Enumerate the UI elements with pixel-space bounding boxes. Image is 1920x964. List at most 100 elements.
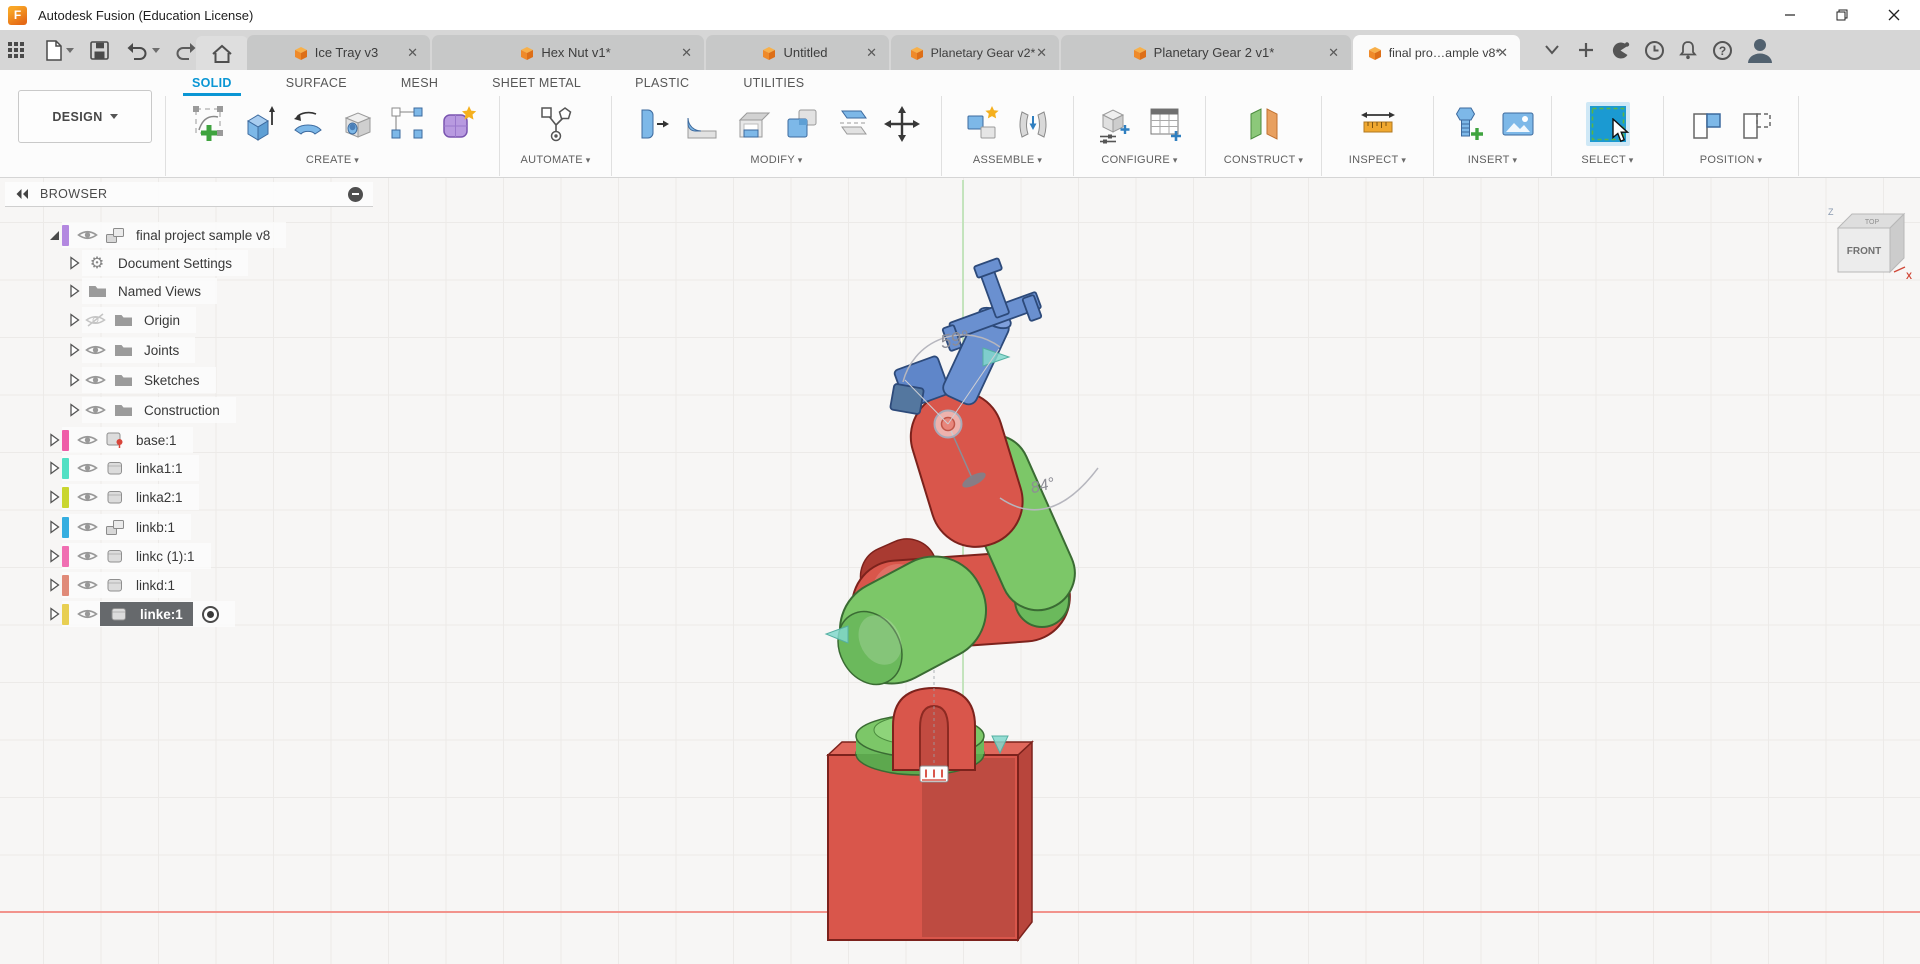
browser-row-label[interactable]: Construction <box>144 403 220 418</box>
visibility-eye-icon[interactable] <box>82 403 108 417</box>
workspace-switcher-design[interactable]: DESIGN <box>18 90 152 143</box>
construction-plane-button[interactable] <box>1242 102 1286 146</box>
tab-utilities[interactable]: UTILITIES <box>716 70 831 96</box>
automated-modeling-button[interactable] <box>534 102 578 146</box>
new-tab-button[interactable] <box>1574 38 1598 62</box>
doc-tab-final-project-active[interactable]: final pro…ample v8* ✕ <box>1353 35 1520 70</box>
group-label-construct[interactable]: CONSTRUCT <box>1224 154 1303 166</box>
minimize-browser-button[interactable] <box>348 187 363 202</box>
tab-mesh[interactable]: MESH <box>374 70 465 96</box>
rectangular-pattern-button[interactable] <box>386 102 430 146</box>
undo-menu-caret[interactable] <box>152 48 160 53</box>
group-label-create[interactable]: CREATE <box>306 154 359 166</box>
combine-button[interactable] <box>780 102 824 146</box>
close-tab-icon[interactable]: ✕ <box>1497 45 1508 61</box>
collapse-panel-icon[interactable] <box>15 188 30 200</box>
expand-arrow[interactable] <box>66 373 82 387</box>
tab-sheet-metal[interactable]: SHEET METAL <box>465 70 608 96</box>
tab-surface[interactable]: SURFACE <box>259 70 374 96</box>
joint-button[interactable] <box>1011 102 1055 146</box>
close-tab-icon[interactable]: ✕ <box>681 45 692 61</box>
home-view-button[interactable] <box>196 36 248 70</box>
browser-row-label[interactable]: linka1:1 <box>136 461 183 476</box>
browser-row-label[interactable]: linkd:1 <box>136 578 175 593</box>
tab-solid[interactable]: SOLID <box>165 70 259 96</box>
expand-arrow[interactable] <box>46 578 62 592</box>
help-button[interactable]: ? <box>1710 38 1734 62</box>
browser-row-label[interactable]: linkc (1):1 <box>136 549 195 564</box>
fillet-button[interactable] <box>680 102 724 146</box>
expand-arrow[interactable] <box>46 490 62 504</box>
browser-row-named-views[interactable]: Named Views <box>0 278 217 304</box>
doc-tab-label[interactable]: Hex Nut v1* <box>541 45 610 60</box>
view-cube[interactable]: FRONT TOP Z X <box>1828 207 1912 281</box>
configuration-button[interactable] <box>1093 102 1137 146</box>
expand-arrow[interactable] <box>46 549 62 563</box>
group-label-inspect[interactable]: INSPECT <box>1349 154 1406 166</box>
group-label-modify[interactable]: MODIFY <box>750 154 802 166</box>
create-sketch-button[interactable] <box>186 102 230 146</box>
visibility-eye-icon[interactable] <box>74 228 100 242</box>
doc-tab-label[interactable]: Planetary Gear v2* <box>931 46 1036 60</box>
measure-button[interactable] <box>1356 102 1400 146</box>
browser-row-construction[interactable]: Construction <box>0 397 236 423</box>
revert-position-button[interactable] <box>1734 102 1778 146</box>
split-body-button[interactable] <box>830 102 874 146</box>
browser-row-label[interactable]: Sketches <box>144 373 200 388</box>
close-tab-icon[interactable]: ✕ <box>1328 45 1339 61</box>
doc-tab-planetary-gear-2[interactable]: Planetary Gear 2 v1* ✕ <box>1061 35 1351 70</box>
tab-plastic[interactable]: PLASTIC <box>608 70 716 96</box>
selected-row-highlight[interactable]: linke:1 <box>100 602 193 626</box>
browser-row-base[interactable]: base:1 <box>0 427 193 453</box>
browser-row-label[interactable]: linka2:1 <box>136 490 183 505</box>
browser-row-linke-selected[interactable]: linke:1 <box>0 601 235 627</box>
expand-arrow[interactable] <box>46 461 62 475</box>
configuration-table-button[interactable] <box>1143 102 1187 146</box>
visibility-eye-icon[interactable] <box>74 433 100 447</box>
group-label-insert[interactable]: INSERT <box>1468 154 1518 166</box>
group-label-select[interactable]: SELECT <box>1581 154 1633 166</box>
activate-component-radio[interactable] <box>202 606 219 623</box>
canvas-button[interactable] <box>1496 102 1540 146</box>
browser-row-label[interactable]: linke:1 <box>140 607 183 622</box>
profile-avatar[interactable] <box>1744 34 1776 66</box>
doc-tab-ice-tray[interactable]: Ice Tray v3 ✕ <box>247 35 430 70</box>
restore-window-button[interactable] <box>1816 0 1868 30</box>
doc-tab-label[interactable]: Ice Tray v3 <box>315 45 379 60</box>
close-window-button[interactable] <box>1868 0 1920 30</box>
capture-position-button[interactable] <box>1684 102 1728 146</box>
extrude-button[interactable] <box>236 102 280 146</box>
group-label-configure[interactable]: CONFIGURE <box>1101 154 1177 166</box>
browser-row-sketches[interactable]: Sketches <box>0 367 216 393</box>
file-menu-button[interactable] <box>45 40 74 61</box>
expand-arrow[interactable] <box>46 433 62 447</box>
browser-row-linka1[interactable]: linka1:1 <box>0 455 199 481</box>
group-label-position[interactable]: POSITION <box>1700 154 1763 166</box>
browser-row-label[interactable]: Origin <box>144 313 180 328</box>
shell-button[interactable] <box>730 102 774 146</box>
doc-tab-hex-nut[interactable]: Hex Nut v1* ✕ <box>432 35 704 70</box>
browser-panel-header[interactable]: BROWSER <box>5 182 373 207</box>
expand-arrow[interactable] <box>46 607 62 621</box>
browser-row-linkd[interactable]: linkd:1 <box>0 572 191 598</box>
close-tab-icon[interactable]: ✕ <box>866 45 877 61</box>
visibility-eye-icon[interactable] <box>82 343 108 357</box>
visibility-eye-icon[interactable] <box>82 373 108 387</box>
browser-row-label[interactable]: linkb:1 <box>136 520 175 535</box>
app-grid-button[interactable] <box>8 42 25 59</box>
insert-fastener-button[interactable] <box>1446 102 1490 146</box>
expand-arrow[interactable] <box>66 284 82 298</box>
visibility-eye-icon[interactable] <box>74 607 100 621</box>
browser-row-document-settings[interactable]: ⚙ Document Settings <box>0 250 248 276</box>
revolve-button[interactable] <box>286 102 330 146</box>
tab-list-chevron-button[interactable] <box>1540 38 1564 62</box>
browser-row-label[interactable]: Joints <box>144 343 179 358</box>
browser-row-joints[interactable]: Joints <box>0 337 195 363</box>
browser-row-label[interactable]: base:1 <box>136 433 177 448</box>
expand-arrow[interactable] <box>66 313 82 327</box>
visibility-eye-icon[interactable] <box>74 549 100 563</box>
notifications-button[interactable] <box>1676 38 1700 62</box>
doc-tab-untitled[interactable]: Untitled ✕ <box>706 35 889 70</box>
job-status-button[interactable] <box>1642 38 1666 62</box>
expand-arrow-open[interactable] <box>46 229 62 242</box>
